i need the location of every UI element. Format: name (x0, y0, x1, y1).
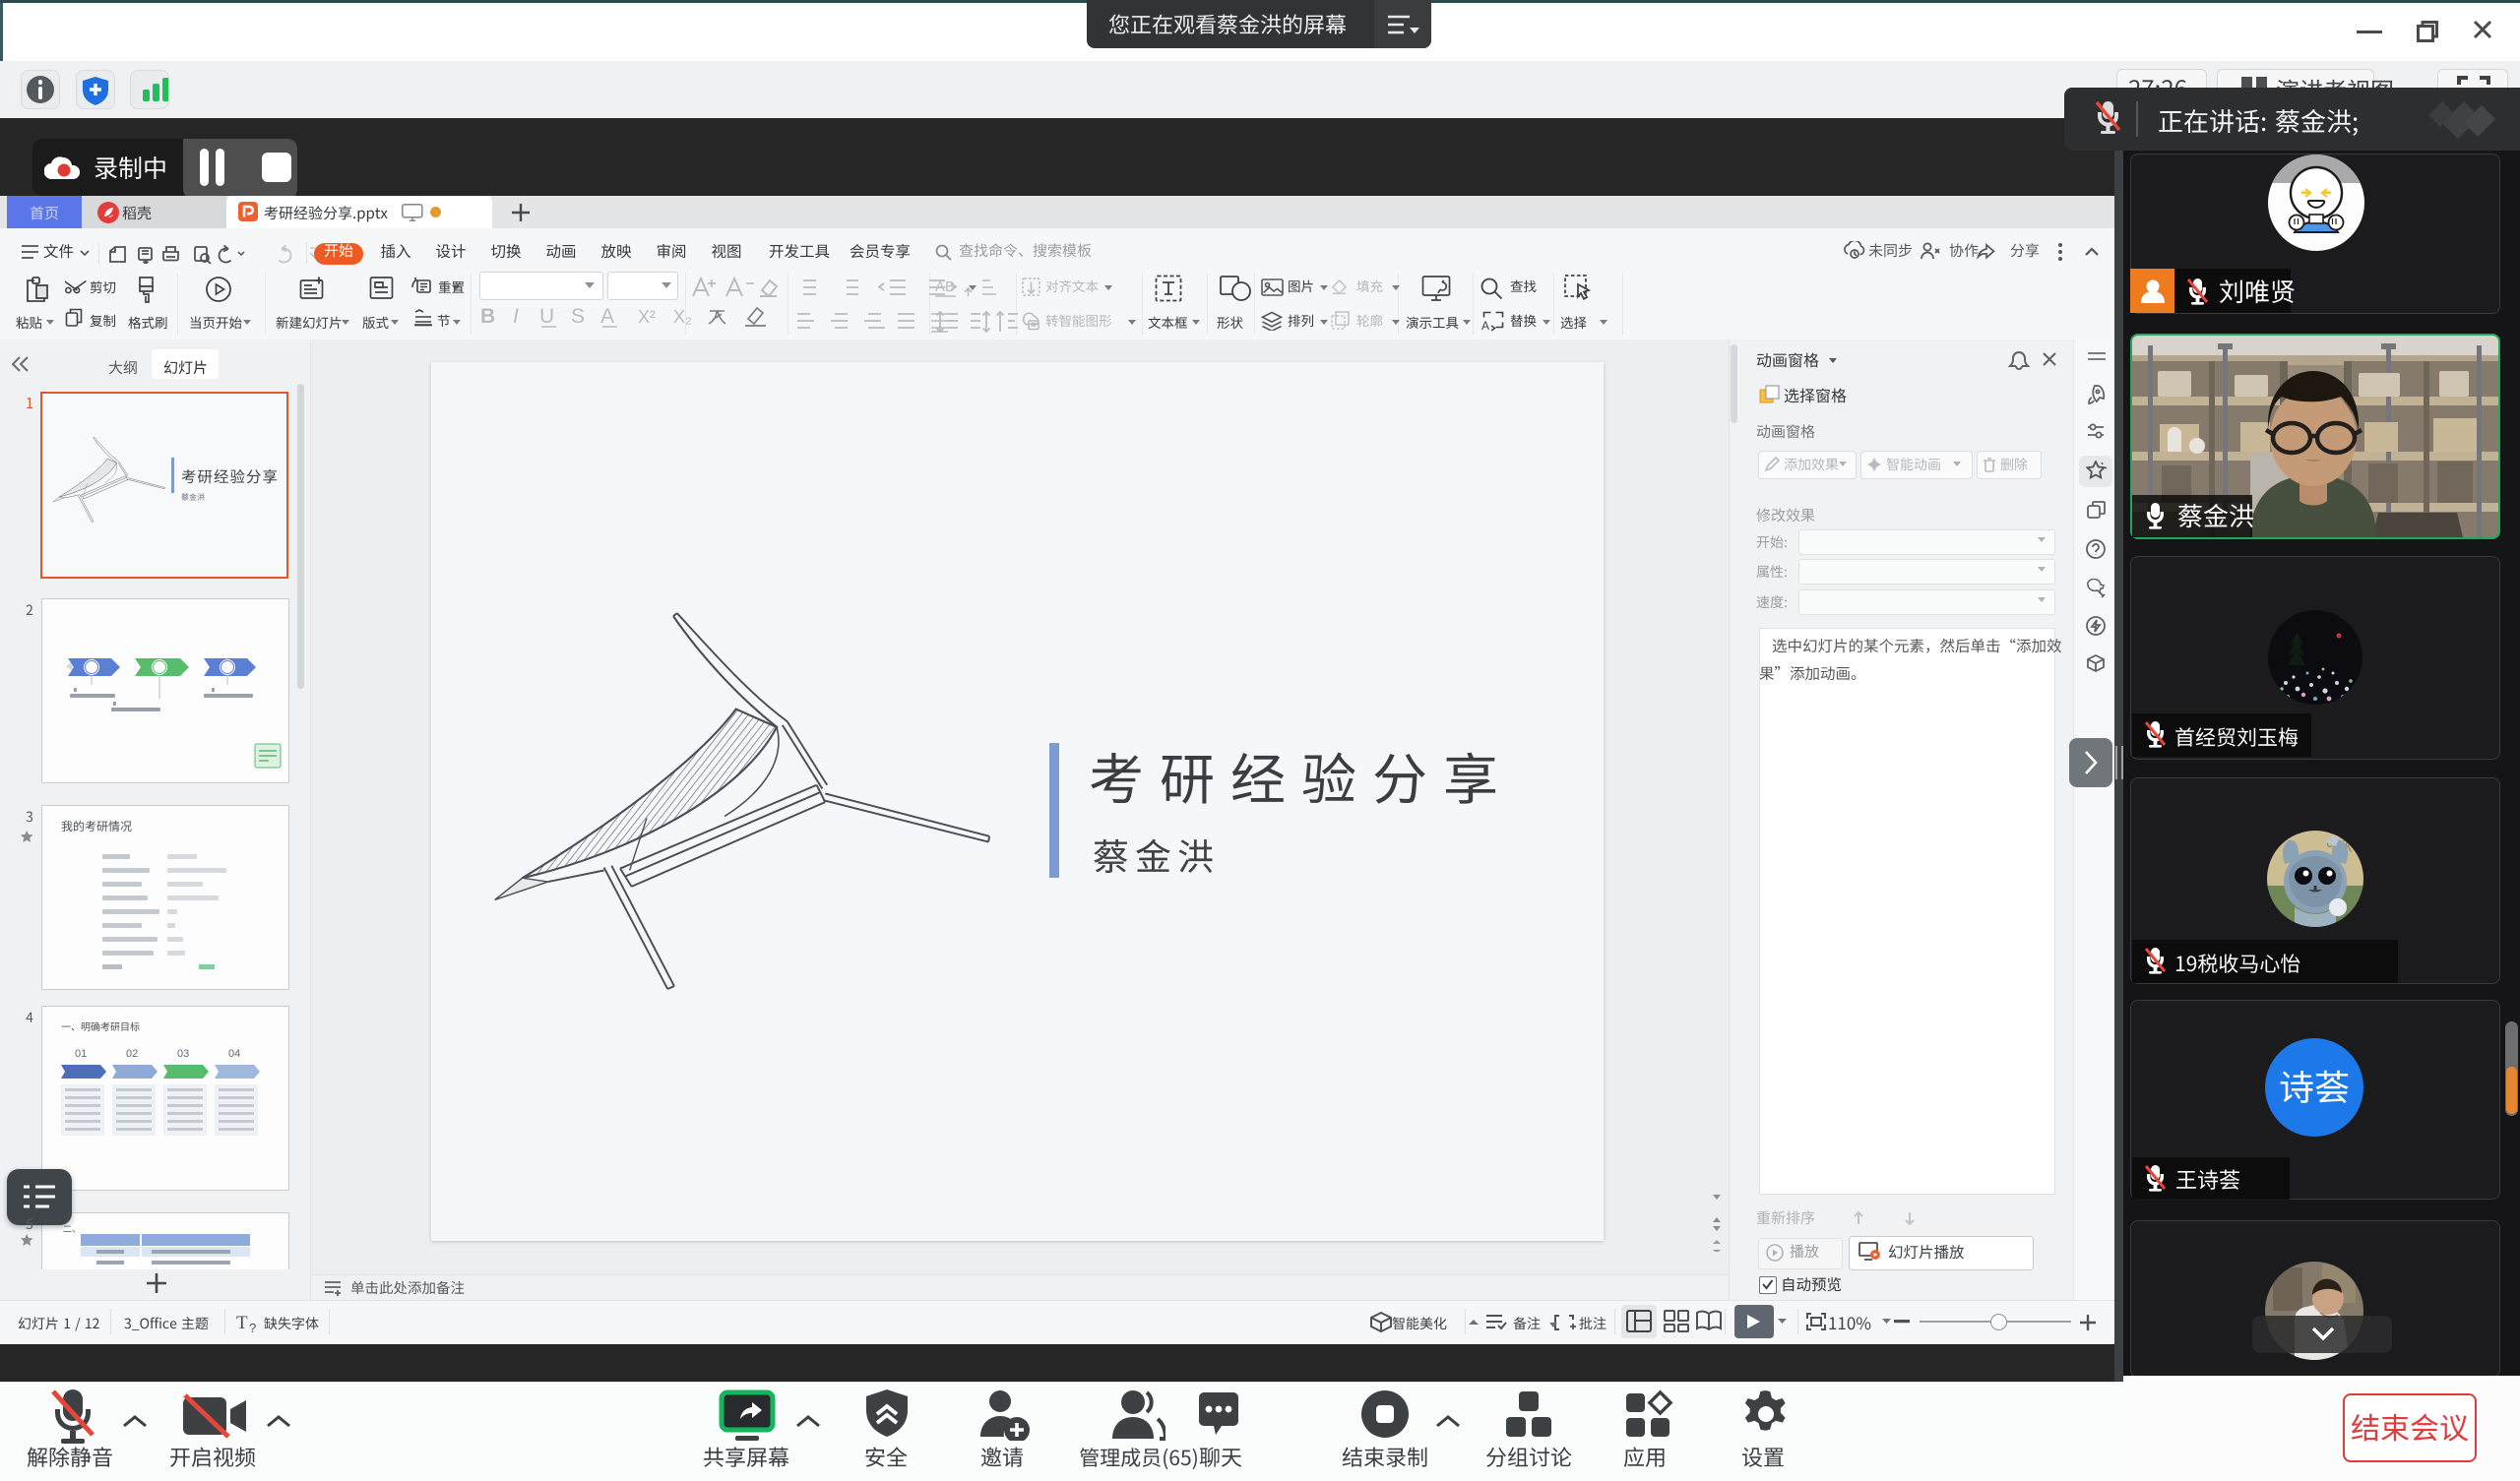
svg-text:U: U (539, 305, 554, 328)
svg-text:02: 02 (126, 1048, 138, 1060)
svg-text:S: S (571, 305, 585, 328)
svg-text:01: 01 (75, 1048, 87, 1060)
svg-text:A: A (1481, 319, 1489, 333)
svg-text:04: 04 (228, 1048, 240, 1060)
svg-text:T: T (236, 1313, 248, 1333)
svg-text:X²: X² (638, 307, 656, 327)
svg-text:X₂: X₂ (673, 307, 692, 327)
svg-text:A: A (600, 305, 614, 328)
svg-text:AB: AB (935, 278, 955, 295)
svg-text:?: ? (249, 1321, 256, 1334)
svg-text:B: B (480, 305, 495, 328)
svg-text:I: I (513, 305, 519, 328)
svg-text:03: 03 (177, 1048, 189, 1060)
